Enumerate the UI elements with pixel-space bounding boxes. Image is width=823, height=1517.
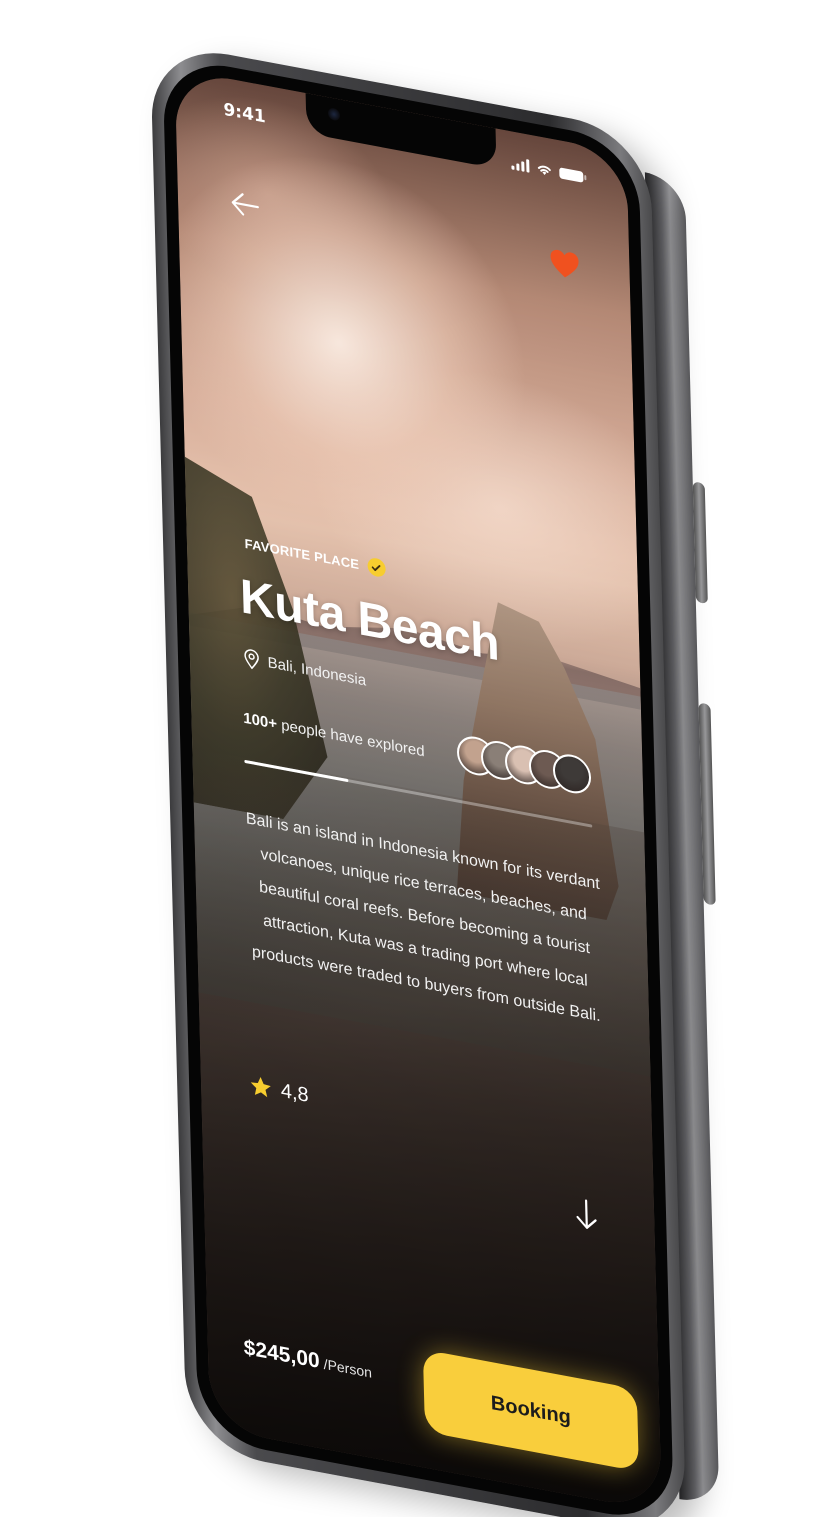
visitor-avatars[interactable]: [456, 733, 592, 797]
favorite-place-label: FAVORITE PLACE: [244, 535, 360, 572]
star-icon: [250, 1076, 271, 1098]
back-arrow-icon[interactable]: [227, 186, 264, 223]
phone-mockup: 9:41 FAVORITE PLACE Kuta Beach Bali, Ind…: [150, 40, 720, 1517]
explored-count: 100+ people have explored: [243, 710, 425, 761]
camera-icon: [327, 107, 341, 122]
visitor-avatar: [552, 751, 592, 797]
screen-content: 9:41 FAVORITE PLACE Kuta Beach Bali, Ind…: [175, 69, 662, 1512]
map-pin-icon: [244, 649, 259, 670]
heart-icon[interactable]: [547, 244, 582, 285]
place-description: Bali is an island in Indonesia known for…: [245, 810, 601, 1026]
status-icons: [511, 155, 584, 183]
gallery-progress-fill: [244, 759, 349, 783]
app-screen: 9:41 FAVORITE PLACE Kuta Beach Bali, Ind…: [174, 68, 662, 1512]
price-unit: /Person: [323, 1355, 373, 1381]
mockup-stage: 9:41 FAVORITE PLACE Kuta Beach Bali, Ind…: [0, 0, 823, 1517]
price: $245,00/Person: [243, 1336, 372, 1384]
explored-text: people have explored: [276, 715, 425, 761]
booking-button[interactable]: Booking: [422, 1349, 639, 1472]
wifi-icon: [537, 165, 551, 176]
check-badge-icon: [366, 556, 386, 579]
place-location: Bali, Indonesia: [243, 648, 366, 691]
place-rating: 4,8: [249, 1073, 309, 1108]
rating-value: 4,8: [280, 1079, 309, 1107]
price-value: $245,00: [243, 1335, 320, 1374]
arrow-down-icon[interactable]: [574, 1195, 599, 1234]
status-time: 9:41: [223, 99, 266, 128]
volume-button: [692, 481, 708, 605]
battery-icon: [559, 167, 584, 183]
favorite-place-tag: FAVORITE PLACE: [244, 534, 386, 579]
explored-number: 100+: [243, 709, 278, 733]
signal-icon: [511, 155, 530, 173]
location-text: Bali, Indonesia: [267, 653, 367, 690]
